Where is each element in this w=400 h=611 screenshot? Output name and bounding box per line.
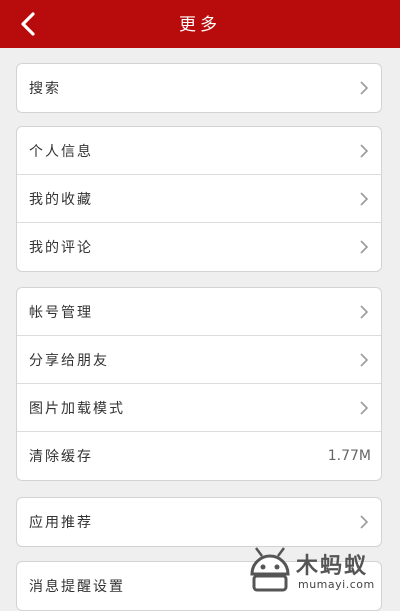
watermark: 木蚂蚁 mumayi.com xyxy=(246,540,396,596)
settings-item-clear-cache[interactable]: 清除缓存 1.77M xyxy=(17,432,381,480)
settings-group-personal: 个人信息 我的收藏 我的评论 xyxy=(16,126,382,272)
settings-item-label: 帐号管理 xyxy=(29,304,93,321)
chevron-right-icon xyxy=(360,304,369,319)
cache-size-value: 1.77M xyxy=(327,448,371,464)
chevron-right-icon xyxy=(360,352,369,367)
watermark-url: mumayi.com xyxy=(298,578,375,591)
settings-item-label: 应用推荐 xyxy=(29,515,93,531)
chevron-right-icon xyxy=(360,400,369,415)
settings-group-search: 搜索 xyxy=(16,63,382,113)
chevron-right-icon xyxy=(360,81,369,95)
settings-item-label: 分享给朋友 xyxy=(29,352,109,369)
settings-item-app-recommend[interactable]: 应用推荐 xyxy=(17,498,381,546)
chevron-right-icon xyxy=(360,515,369,529)
chevron-right-icon xyxy=(360,240,369,254)
settings-item-comments[interactable]: 我的评论 xyxy=(17,223,381,271)
settings-item-favorites[interactable]: 我的收藏 xyxy=(17,175,381,223)
chevron-right-icon xyxy=(360,191,369,206)
watermark-brand: 木蚂蚁 xyxy=(296,554,369,579)
android-logo-icon xyxy=(250,547,290,592)
page-title: 更多 xyxy=(179,15,221,35)
settings-item-account-management[interactable]: 帐号管理 xyxy=(17,288,381,336)
settings-item-search[interactable]: 搜索 xyxy=(17,64,381,112)
settings-item-profile[interactable]: 个人信息 xyxy=(17,127,381,175)
settings-item-label: 搜索 xyxy=(29,81,61,97)
settings-item-label: 个人信息 xyxy=(29,143,93,160)
settings-item-label: 消息提醒设置 xyxy=(29,579,125,595)
settings-item-label: 我的收藏 xyxy=(29,191,93,208)
settings-item-label: 清除缓存 xyxy=(29,449,93,465)
settings-item-image-loading-mode[interactable]: 图片加载模式 xyxy=(17,384,381,432)
top-navigation-bar: 更多 xyxy=(0,0,400,48)
chevron-right-icon xyxy=(360,143,369,158)
settings-group-account: 帐号管理 分享给朋友 图片加载模式 清除缓存 1.77M xyxy=(16,287,382,481)
settings-item-label: 图片加载模式 xyxy=(29,400,125,417)
settings-item-share[interactable]: 分享给朋友 xyxy=(17,336,381,384)
settings-item-label: 我的评论 xyxy=(29,240,93,256)
